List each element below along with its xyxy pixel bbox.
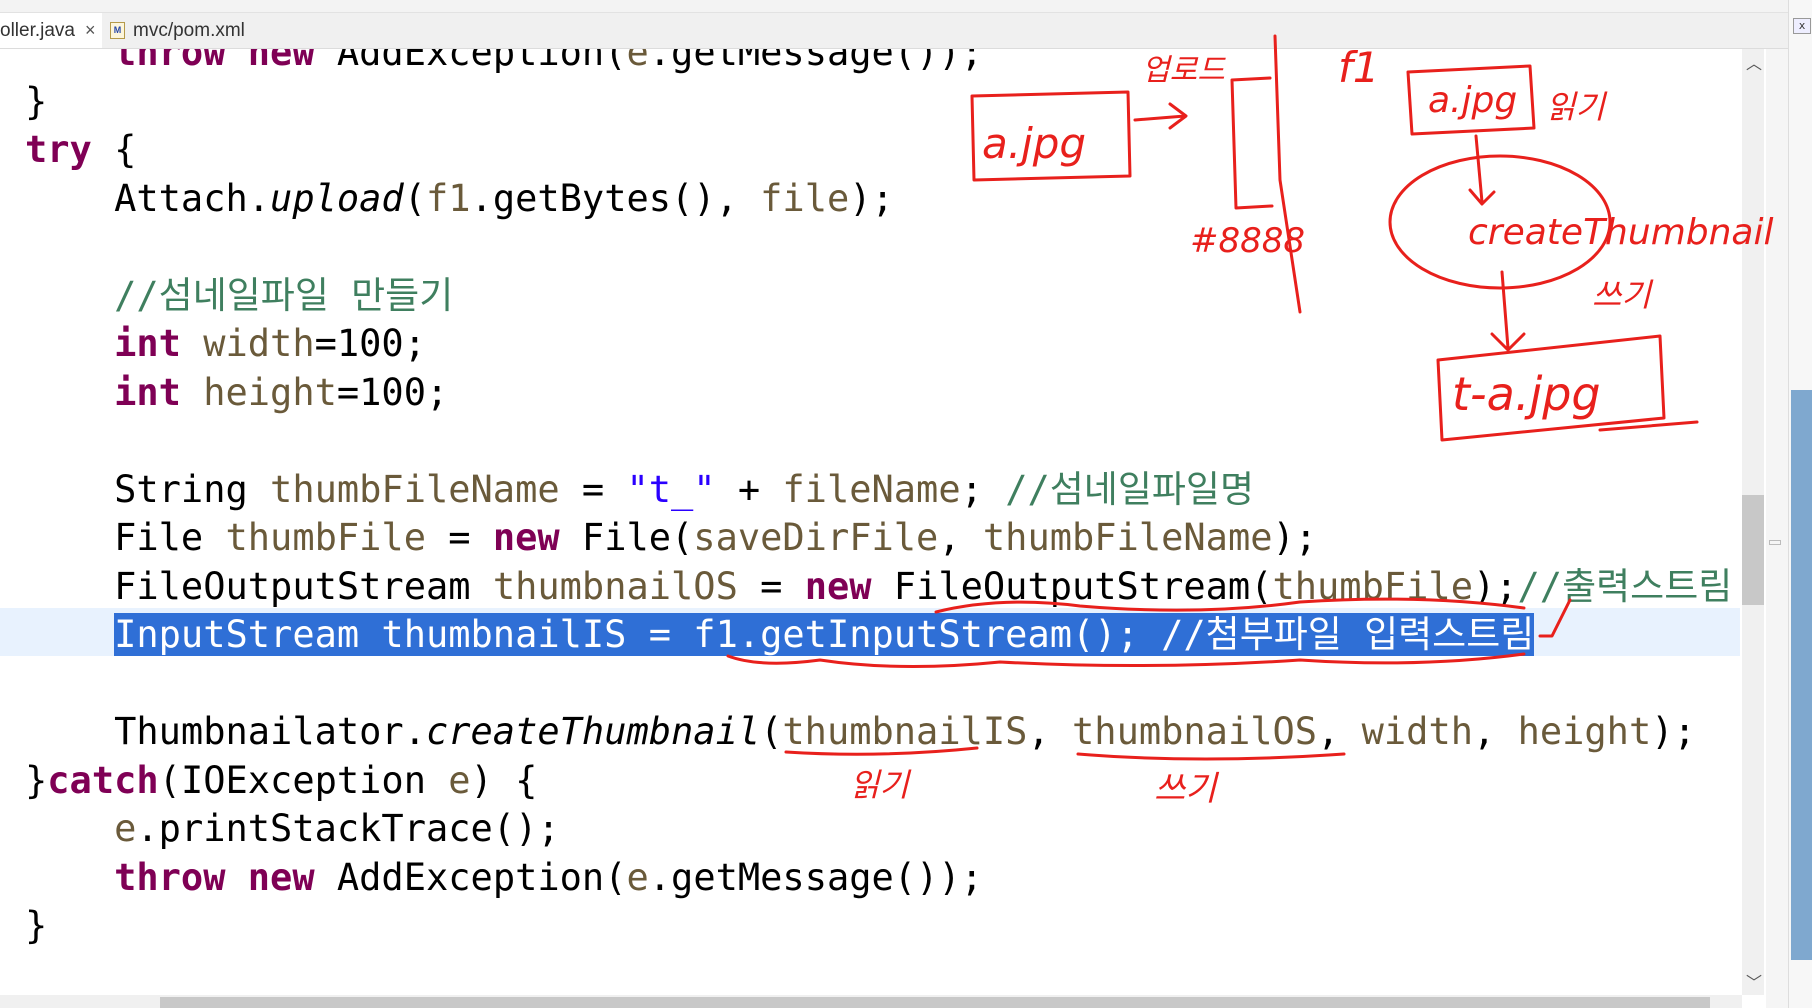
code-line: FileOutputStream thumbnailOS = new FileO… <box>114 564 1733 608</box>
code-line: int height=100; <box>114 370 449 414</box>
code-line: } <box>25 79 48 123</box>
code-line: throw new AddException(e.getMessage()); <box>114 855 983 899</box>
tab-bar-header <box>0 0 1788 13</box>
tab-label: oller.java <box>0 19 75 41</box>
outline-panel: x <box>1788 0 1812 1008</box>
scrollbar-thumb[interactable] <box>160 997 1710 1008</box>
code-line: try { <box>25 128 137 171</box>
horizontal-scrollbar[interactable] <box>0 995 1742 1008</box>
code-line: Attach.upload(f1.getBytes(), file); <box>114 176 894 220</box>
editor-tab-bar: oller.java × M mvc/pom.xml <box>0 0 1788 49</box>
maven-file-icon: M <box>110 22 125 39</box>
scroll-up-icon[interactable]: ︿ <box>1746 50 1762 74</box>
outline-selection <box>1791 390 1812 960</box>
code-line: File thumbFile = new File(saveDirFile, t… <box>114 516 1318 559</box>
code-comment: //섬네일파일 만들기 <box>114 273 454 317</box>
text-selection: InputStream thumbnailIS = f1.getInputStr… <box>114 613 1535 656</box>
sash-handle[interactable] <box>1769 540 1781 545</box>
scrollbar-thumb[interactable] <box>1742 495 1764 605</box>
code-line: int width=100; <box>114 322 426 365</box>
code-line: String thumbFileName = "t_" + fileName; … <box>114 467 1254 511</box>
scroll-down-icon[interactable]: ﹀ <box>1746 969 1762 993</box>
close-icon[interactable]: × <box>85 20 96 41</box>
code-line: e.printStackTrace(); <box>114 807 560 850</box>
tab-controller-java[interactable]: oller.java × <box>0 13 102 48</box>
code-editor[interactable]: throw new AddException(e.getMessage()); … <box>0 29 1740 995</box>
vertical-scrollbar[interactable]: ︿ ﹀ <box>1742 48 1764 995</box>
tab-pom-xml[interactable]: M mvc/pom.xml <box>104 13 245 48</box>
panel-sash[interactable] <box>1766 0 1788 1008</box>
tab-label: mvc/pom.xml <box>133 19 245 41</box>
code-line: }catch(IOException e) { <box>25 758 538 802</box>
code-line: Thumbnailator.createThumbnail(thumbnailI… <box>114 710 1696 753</box>
close-icon[interactable]: x <box>1793 18 1811 34</box>
code-line: } <box>25 904 48 947</box>
selected-code-line: InputStream thumbnailIS = f1.getInputStr… <box>25 611 1535 660</box>
